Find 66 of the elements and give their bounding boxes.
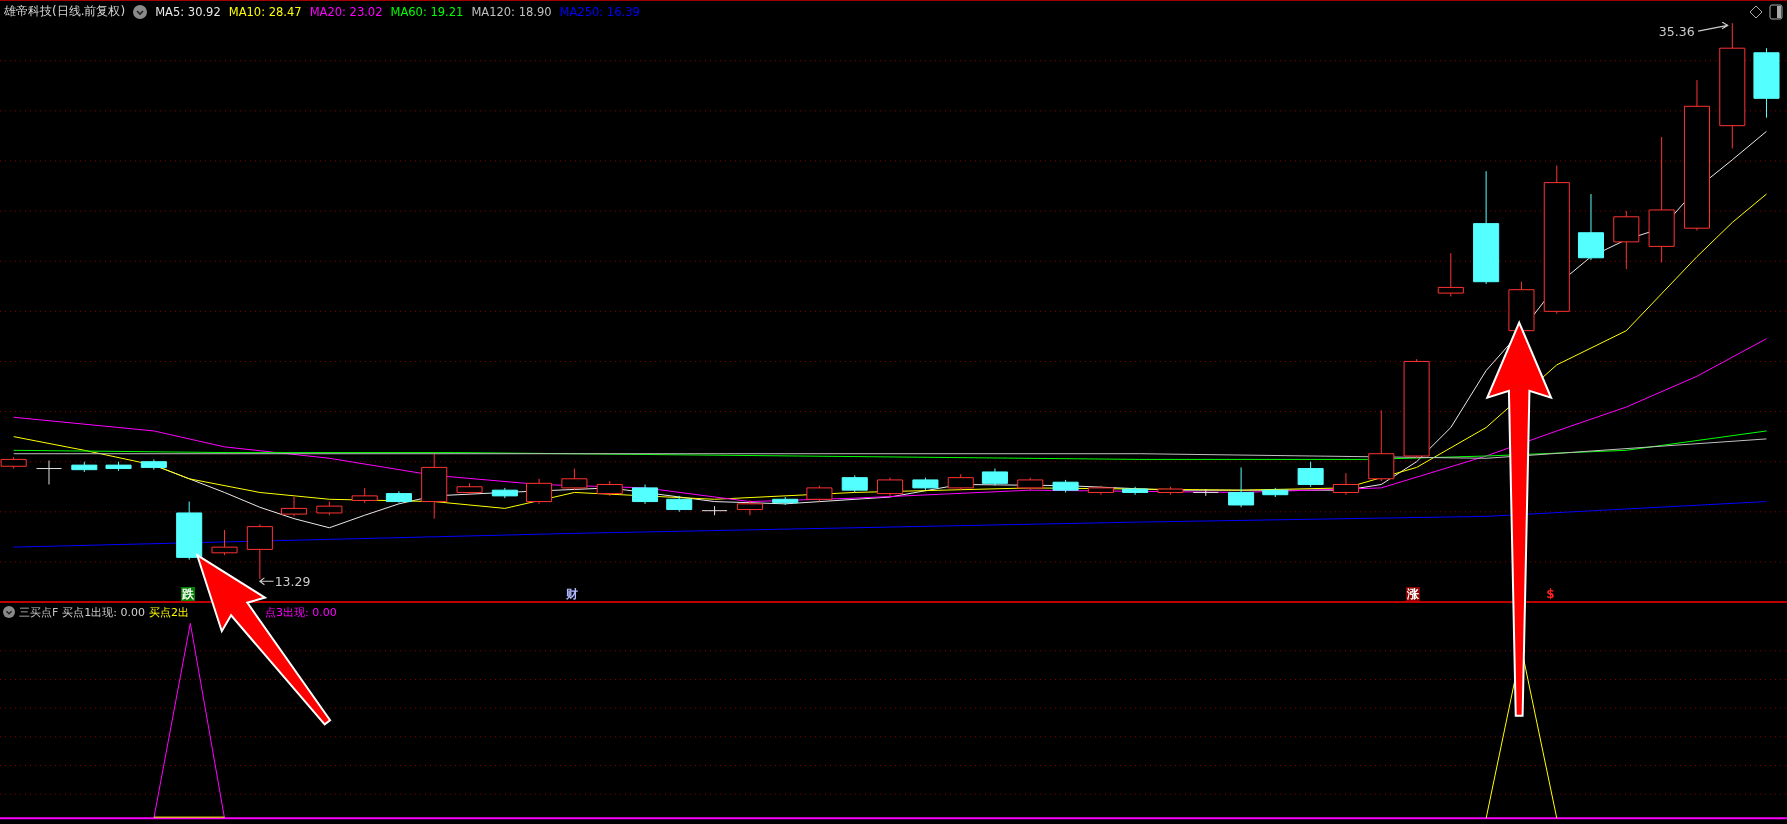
candlestick <box>281 496 308 517</box>
signal-mark: 跌 <box>181 587 196 601</box>
indicator-value: 买点1出现: 0.00 <box>62 604 146 620</box>
candlestick <box>176 501 203 561</box>
candlestick <box>736 499 763 516</box>
candlestick <box>1508 281 1535 334</box>
indicator-name: 三买点F <box>19 604 59 620</box>
candlestick <box>421 453 448 520</box>
candlestick <box>105 461 132 472</box>
candlestick <box>491 487 518 499</box>
candlestick <box>1157 486 1184 496</box>
indicator-value: 买点2出 <box>149 604 190 620</box>
candlestick <box>596 480 623 497</box>
candlestick <box>877 477 904 497</box>
moving-average-value: MA120: 18.90 <box>471 4 552 19</box>
candlestick <box>211 529 238 556</box>
candlestick <box>947 473 974 491</box>
dropdown-icon[interactable] <box>3 606 15 618</box>
stock-title: 雄帝科技(日线.前复权) <box>4 3 126 20</box>
candlestick <box>526 478 553 505</box>
low-price-label: 13.29 <box>274 573 311 587</box>
moving-average-value: MA10: 28.47 <box>228 4 302 19</box>
candlestick <box>632 484 659 505</box>
candlestick <box>1052 479 1079 493</box>
candlestick <box>140 458 167 471</box>
candlestick <box>1437 252 1464 298</box>
candlestick <box>1262 487 1289 498</box>
indicator-value: 点3出现: 0.00 <box>265 604 337 620</box>
dropdown-icon[interactable] <box>133 4 148 19</box>
signal-mark: 财 <box>565 587 580 601</box>
candlestick <box>1613 210 1640 270</box>
panel-icon[interactable] <box>1769 3 1783 20</box>
candlestick <box>772 496 799 506</box>
candlestick <box>71 461 98 473</box>
candlestick <box>246 523 273 580</box>
candlestick <box>841 474 868 493</box>
arrow-icon <box>258 577 275 586</box>
candlestick <box>701 505 728 516</box>
candlestick <box>1017 477 1044 491</box>
moving-average-value: MA60: 19.21 <box>390 4 464 19</box>
candlestick <box>806 485 833 503</box>
moving-average-value: MA250: 16.39 <box>559 4 640 19</box>
candlestick <box>561 468 588 491</box>
moving-average-value: MA20: 23.02 <box>309 4 383 19</box>
candlestick <box>1228 466 1255 508</box>
candlestick <box>35 460 63 485</box>
candlestick <box>981 468 1008 487</box>
candlestick <box>1577 193 1604 261</box>
candlestick <box>1297 461 1324 488</box>
candlestick <box>456 482 483 496</box>
moving-average-value: MA5: 30.92 <box>155 4 221 19</box>
candlestick <box>1192 488 1219 497</box>
candlestick <box>385 490 412 504</box>
candlestick <box>351 487 378 504</box>
candlestick <box>666 495 693 513</box>
signal-mark: 涨 <box>1406 587 1421 601</box>
arrow-icon <box>1697 22 1729 32</box>
diamond-icon[interactable] <box>1749 4 1763 19</box>
candlestick <box>1087 485 1114 496</box>
high-price-label: 35.36 <box>1658 23 1695 39</box>
candlestick <box>912 477 939 491</box>
candlestick <box>1122 486 1149 496</box>
candlestick <box>1332 472 1359 496</box>
candlestick <box>316 501 343 516</box>
candlestick <box>1753 47 1780 119</box>
signal-mark: $ <box>1545 587 1556 601</box>
